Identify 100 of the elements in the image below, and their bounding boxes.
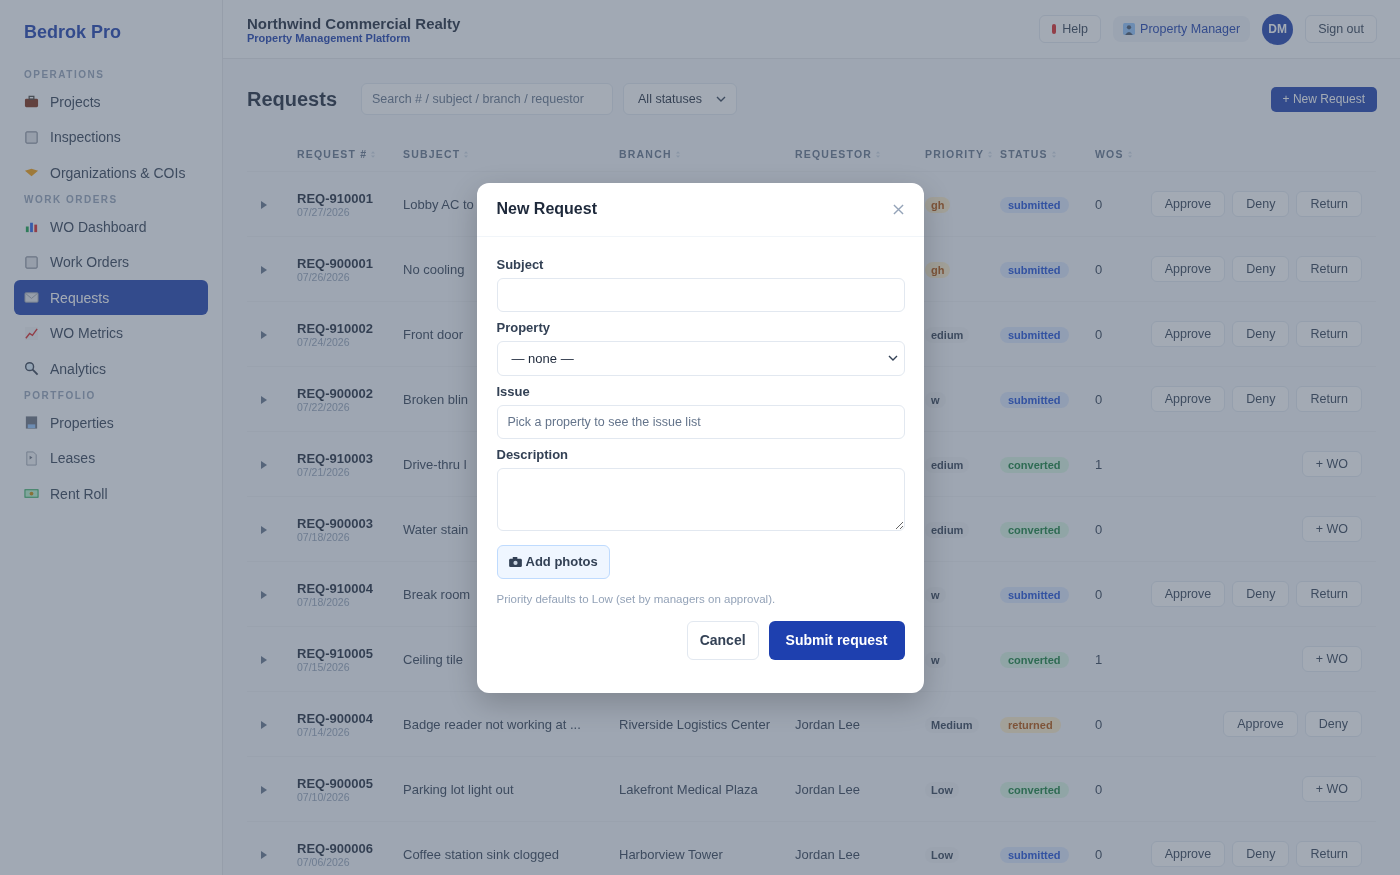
sidebar-item[interactable]: Requests [14,280,208,315]
issue-field[interactable]: Pick a property to see the issue list [496,404,905,439]
request-number: REQ-910002 [297,320,374,336]
row-action-button[interactable]: Approve [1150,191,1226,217]
wo-count: 0 [1095,262,1103,277]
status-badge: submitted [1000,392,1069,408]
expand-icon[interactable] [261,331,267,339]
expand-icon[interactable] [261,526,267,534]
new-request-button[interactable]: + New Request [1270,86,1377,112]
row-action-button[interactable]: Return [1296,321,1362,347]
description-field[interactable] [496,467,905,531]
column-header[interactable]: SUBJECT [403,148,619,160]
wo-count: 0 [1095,717,1103,732]
wo-count: 0 [1095,847,1103,862]
row-action-button[interactable]: Return [1296,256,1362,282]
status-filter[interactable]: All statuses [623,83,737,115]
wo-count: 0 [1095,327,1103,342]
column-header[interactable]: REQUEST # [297,148,403,160]
branch-cell: Harborview Tower [619,847,723,862]
column-header[interactable]: WOS [1095,148,1145,160]
status-badge: converted [1000,522,1069,538]
submit-request-button[interactable]: Submit request [768,620,905,660]
row-action-button[interactable]: Approve [1150,386,1226,412]
row-action-button[interactable]: Approve [1223,711,1298,737]
request-number: REQ-900004 [297,710,374,726]
sidebar-item[interactable]: Rent Roll [14,476,208,511]
banknote-icon [24,486,39,501]
sidebar-item[interactable]: Leases [14,440,208,476]
sidebar-item[interactable]: Projects [14,84,208,119]
row-action-button[interactable]: Approve [1150,321,1226,347]
help-button[interactable]: Help [1039,15,1102,43]
column-header[interactable]: BRANCH [619,148,795,160]
row-action-button[interactable]: Deny [1232,256,1290,282]
user-avatar[interactable]: DM [1262,13,1294,45]
row-action-button[interactable]: + WO [1301,776,1362,802]
close-icon[interactable] [892,203,904,215]
request-number: REQ-900005 [297,775,374,791]
column-header[interactable]: PRIORITY [925,148,1000,160]
row-action-button[interactable]: + WO [1301,451,1362,477]
sidebar-item[interactable]: Analytics [14,351,208,386]
column-header[interactable]: REQUESTOR [795,148,925,160]
linechart-icon [24,325,39,341]
expand-icon[interactable] [261,201,267,209]
status-badge: submitted [1000,587,1069,603]
add-photos-button[interactable]: Add photos [496,544,610,579]
clipboard-icon [24,254,39,270]
row-action-button[interactable]: Deny [1232,321,1290,347]
row-action-button[interactable]: Deny [1232,581,1290,607]
expand-icon[interactable] [261,656,267,664]
sidebar-item[interactable]: WO Dashboard [14,209,208,244]
page-title: Requests [247,87,338,111]
subject-cell: Drive-thru l [403,457,467,472]
expand-icon[interactable] [261,591,267,599]
expand-icon[interactable] [261,721,267,729]
field-label: Subject [496,256,545,272]
property-select[interactable]: — none — [496,340,905,376]
row-action-button[interactable]: Deny [1232,841,1290,867]
row-action-button[interactable]: Return [1296,386,1362,412]
priority-hint: Priority defaults to Low (set by managers on approval). [496,592,777,605]
row-action-button[interactable]: + WO [1301,516,1362,542]
chevron-icon [715,96,726,102]
row-action-button[interactable]: Return [1296,581,1362,607]
row-action-button[interactable]: Approve [1150,581,1226,607]
request-number: REQ-900001 [297,255,374,271]
row-action-button[interactable]: Approve [1150,256,1226,282]
question-icon [1052,24,1057,34]
row-action-button[interactable]: Approve [1150,841,1226,867]
request-number: REQ-900006 [297,840,374,856]
platform-subtitle: Property Management Platform [247,31,412,44]
subject-cell: Front door [403,327,463,342]
expand-icon[interactable] [261,461,267,469]
row-action-button[interactable]: Deny [1232,386,1290,412]
column-header[interactable]: STATUS [1000,148,1095,160]
sign-out-button[interactable]: Sign out [1305,15,1377,43]
row-action-button[interactable]: + WO [1301,646,1362,672]
request-number: REQ-900003 [297,515,374,531]
row-action-button[interactable]: Deny [1232,191,1290,217]
sidebar-item[interactable]: Inspections [14,119,208,155]
requestor-cell: Jordan Lee [795,782,861,797]
expand-icon[interactable] [261,851,267,859]
requestor-cell: Jordan Lee [795,847,861,862]
sidebar-item[interactable]: Properties [14,405,208,440]
field-label: Issue [496,383,531,399]
expand-icon[interactable] [261,786,267,794]
wo-count: 0 [1095,392,1103,407]
request-number: REQ-900002 [297,385,374,401]
field-label: Description [496,446,569,462]
row-action-button[interactable]: Return [1296,191,1362,217]
cancel-button[interactable]: Cancel [686,620,759,660]
sidebar-item[interactable]: WO Metrics [14,315,208,351]
row-action-button[interactable]: Deny [1304,711,1362,737]
subject-field[interactable] [496,277,905,312]
sidebar-item[interactable]: Organizations & COIs [14,155,208,190]
expand-icon[interactable] [261,266,267,274]
expand-icon[interactable] [261,396,267,404]
row-action-button[interactable]: Return [1296,841,1362,867]
search-field[interactable]: Search # / subject / branch / requestor [361,83,614,115]
role-label: Property Manager [1140,22,1241,36]
sidebar-item[interactable]: Work Orders [14,244,208,280]
request-number: REQ-910003 [297,450,374,466]
